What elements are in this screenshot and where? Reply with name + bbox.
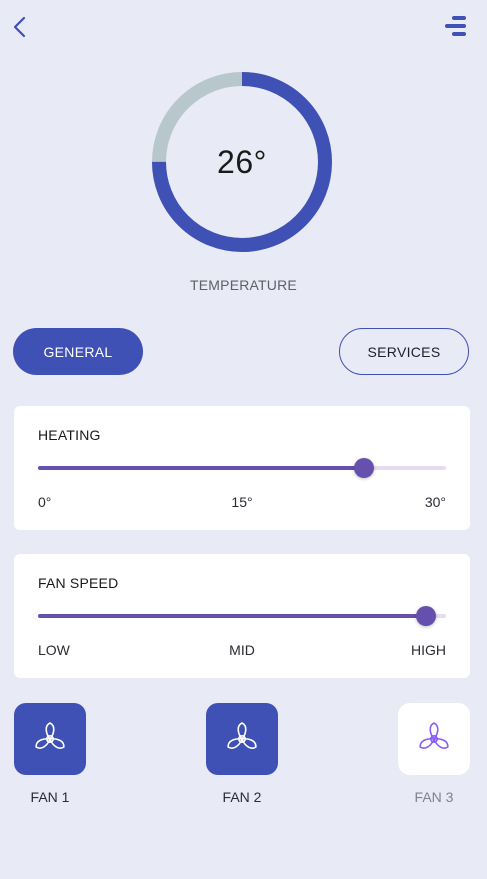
- fan-2-toggle[interactable]: [206, 703, 278, 775]
- temperature-gauge: 26°: [150, 70, 334, 254]
- fan-1-label: FAN 1: [30, 789, 70, 805]
- fan-icon: [35, 722, 65, 749]
- slider-fill: [38, 466, 365, 470]
- fan-1-toggle[interactable]: [14, 703, 86, 775]
- fan-3-label: FAN 3: [414, 789, 454, 805]
- heating-mid-label: 15°: [231, 494, 253, 510]
- chevron-left-icon: [13, 16, 26, 38]
- fan-speed-high-label: HIGH: [411, 642, 446, 658]
- slider-thumb[interactable]: [354, 458, 375, 478]
- fan-speed-title: FAN SPEED: [38, 575, 119, 591]
- tab-general[interactable]: GENERAL: [13, 328, 143, 375]
- fan-speed-card: FAN SPEED LOW MID HIGH: [14, 554, 470, 678]
- menu-button[interactable]: [443, 14, 469, 38]
- top-bar: [0, 0, 487, 56]
- tab-services[interactable]: SERVICES: [339, 328, 469, 375]
- fan-2-label: FAN 2: [222, 789, 262, 805]
- fan-3-toggle[interactable]: [398, 703, 470, 775]
- heating-title: HEATING: [38, 427, 101, 443]
- heating-card: HEATING 0° 15° 30°: [14, 406, 470, 530]
- fan-speed-mid-label: MID: [229, 642, 255, 658]
- temperature-value: 26°: [217, 143, 267, 180]
- fan-icon: [419, 722, 449, 749]
- heating-max-label: 30°: [424, 494, 446, 510]
- heating-slider[interactable]: [38, 458, 446, 478]
- temperature-label: TEMPERATURE: [190, 277, 297, 293]
- fan-speed-slider[interactable]: [38, 606, 446, 626]
- menu-lines-icon: [445, 16, 466, 36]
- slider-thumb[interactable]: [415, 606, 436, 626]
- back-button[interactable]: [10, 14, 32, 40]
- fan-icon: [227, 722, 257, 749]
- slider-fill: [38, 614, 426, 618]
